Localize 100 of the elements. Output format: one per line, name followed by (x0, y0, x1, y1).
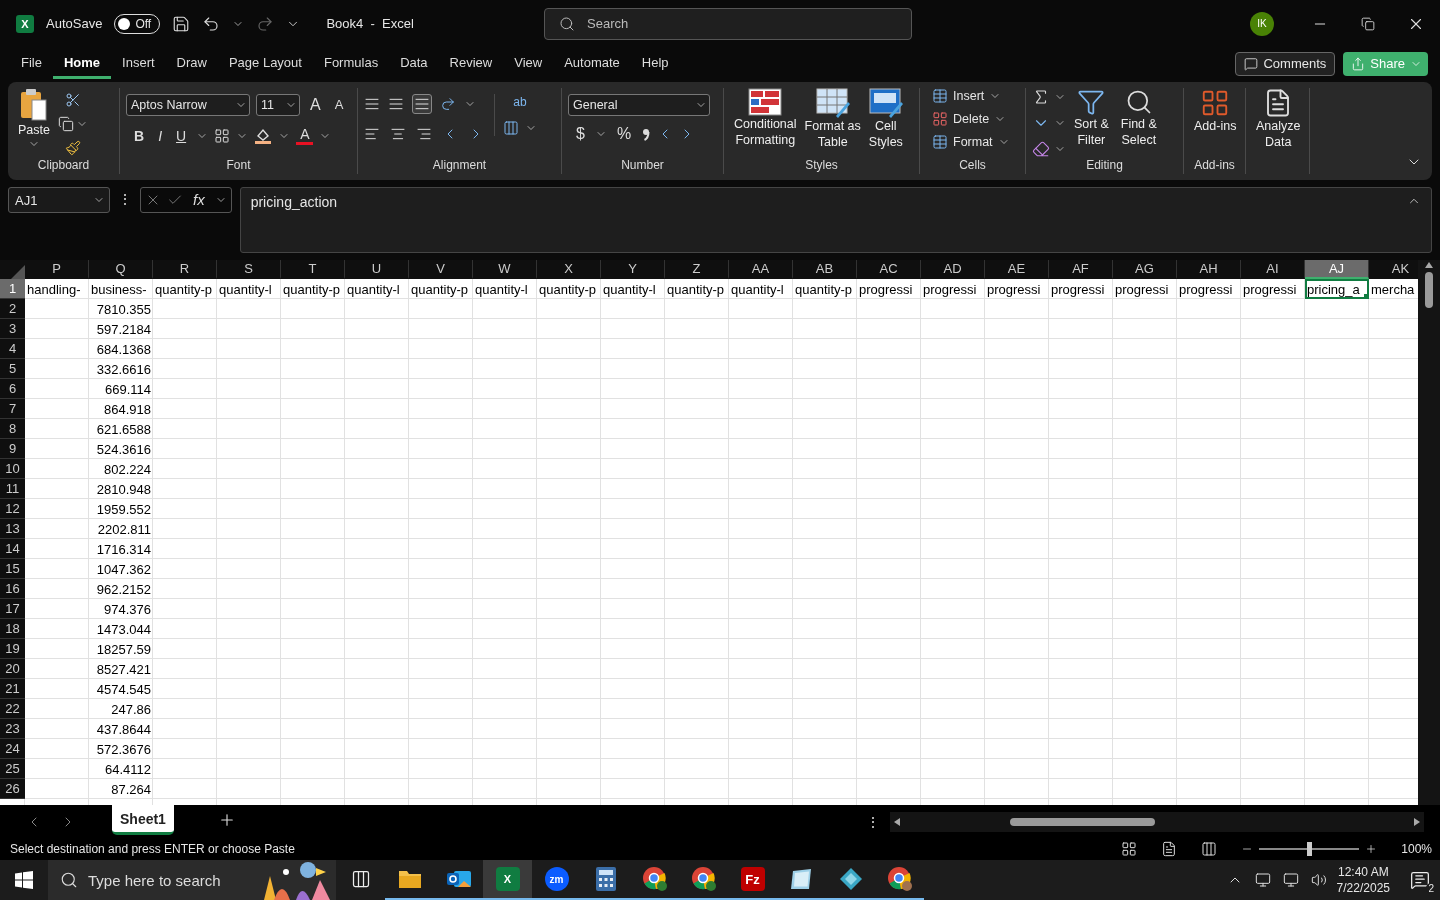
insert-function-button[interactable]: fx (189, 192, 209, 208)
browser-icon[interactable] (690, 866, 717, 892)
row-header[interactable]: 18 (0, 619, 25, 639)
video-app-icon[interactable]: zm (544, 867, 569, 891)
conditional-format-icon[interactable] (748, 88, 783, 116)
merge-center-icon[interactable] (503, 120, 519, 136)
comma-style-icon[interactable] (641, 126, 652, 142)
align-left-icon[interactable] (364, 126, 380, 142)
display-icon[interactable] (1282, 872, 1299, 888)
save-icon[interactable] (172, 14, 191, 33)
ribbon-tab[interactable]: Page Layout (217, 48, 313, 79)
clear-icon[interactable] (1032, 140, 1050, 158)
column-header[interactable]: Q (89, 260, 153, 279)
spreadsheet-app-icon[interactable]: X (495, 867, 520, 891)
row-header[interactable]: 19 (0, 639, 25, 659)
folder-icon[interactable] (397, 868, 422, 890)
column-header[interactable]: AC (857, 260, 921, 279)
ribbon-tab[interactable]: File (10, 48, 53, 79)
page-layout-icon[interactable] (1161, 841, 1178, 857)
column-header[interactable]: AE (985, 260, 1049, 279)
column-header[interactable]: AK (1369, 260, 1418, 279)
more-icon[interactable]: ⋮ (118, 187, 132, 207)
scroll-thumb[interactable] (1425, 272, 1433, 308)
more-icon[interactable]: ⋮ (865, 813, 880, 830)
row-header[interactable]: 23 (0, 719, 25, 739)
column-header[interactable]: AA (729, 260, 793, 279)
delete-cells-icon[interactable] (932, 111, 948, 127)
row-header[interactable]: 12 (0, 499, 25, 519)
clock-time[interactable]: 12:40 AM (1337, 864, 1389, 880)
row-header[interactable]: 9 (0, 439, 25, 459)
font-name-field[interactable]: Aptos Narrow (126, 94, 250, 116)
row-header[interactable]: 11 (0, 479, 25, 499)
browser-icon[interactable] (641, 866, 668, 892)
vertical-scrollbar[interactable] (1418, 260, 1440, 805)
volume-icon[interactable] (1310, 872, 1327, 888)
row-header[interactable]: 25 (0, 759, 25, 779)
align-center-icon[interactable] (390, 126, 406, 142)
row-header[interactable]: 4 (0, 339, 25, 359)
wrap-text-button[interactable]: ab (509, 94, 531, 110)
clock-date[interactable]: 7/22/2025 (1336, 880, 1390, 896)
analyze-data-button[interactable]: Analyze Data (1252, 88, 1305, 150)
column-header[interactable]: AB (793, 260, 857, 279)
taskbar-app[interactable]: Fz (728, 860, 777, 900)
row-header[interactable]: 6 (0, 379, 25, 399)
row-header[interactable]: 26 (0, 779, 25, 799)
row-header[interactable]: 1 (0, 279, 25, 299)
column-header[interactable]: X (537, 260, 601, 279)
add-ins-button[interactable]: Add-ins (1190, 88, 1241, 134)
editing-button[interactable]: Sort & Filter (1070, 88, 1113, 148)
zoom-in-icon[interactable] (1365, 843, 1378, 855)
diamond-app-icon[interactable] (838, 867, 863, 891)
scroll-left-icon[interactable] (893, 817, 900, 826)
cells-button[interactable]: Delete (932, 111, 1007, 127)
row-header[interactable]: 10 (0, 459, 25, 479)
bottom-align-button[interactable] (412, 94, 432, 114)
bold-button[interactable]: B (130, 127, 149, 144)
normal-view-icon[interactable] (1121, 841, 1138, 857)
column-header[interactable]: AG (1113, 260, 1177, 279)
grow-font-button[interactable]: A (306, 97, 325, 113)
middle-align-icon[interactable] (388, 96, 404, 112)
format-painter-icon[interactable] (64, 140, 81, 156)
ribbon-tab[interactable]: View (503, 48, 554, 79)
column-header[interactable]: U (345, 260, 409, 279)
comments-button[interactable]: Comments (1235, 51, 1336, 76)
fill-handle[interactable] (1364, 294, 1369, 299)
font-color-button[interactable]: A (296, 126, 314, 145)
cut-icon[interactable] (64, 92, 81, 108)
calculator-icon[interactable] (595, 867, 616, 891)
row-header[interactable]: 17 (0, 599, 25, 619)
column-header[interactable]: AI (1241, 260, 1305, 279)
taskbar-app[interactable]: X (483, 860, 532, 900)
column-header[interactable]: AF (1049, 260, 1113, 279)
paste-button[interactable]: Paste (14, 88, 54, 150)
user-avatar[interactable]: IK (1250, 11, 1274, 36)
ribbon-tab[interactable]: Data (389, 48, 439, 79)
column-header[interactable]: AH (1177, 260, 1241, 279)
row-header[interactable]: 15 (0, 559, 25, 579)
restore-icon[interactable] (1361, 16, 1375, 31)
column-header[interactable]: Y (601, 260, 665, 279)
column-header[interactable]: W (473, 260, 537, 279)
scroll-thumb[interactable] (1009, 817, 1155, 826)
ribbon-tab[interactable]: Automate (553, 48, 631, 79)
percent-button[interactable]: % (612, 126, 636, 142)
transfer-app-icon[interactable]: Fz (740, 867, 765, 891)
ribbon-tab[interactable]: Draw (165, 48, 218, 79)
column-header[interactable]: S (217, 260, 281, 279)
row-header[interactable]: 14 (0, 539, 25, 559)
search-field[interactable]: Search (544, 7, 912, 40)
column-header[interactable]: V (409, 260, 473, 279)
top-align-icon[interactable] (364, 96, 380, 112)
scroll-right-icon[interactable] (1413, 817, 1420, 826)
ribbon-tab[interactable]: Home (52, 48, 112, 79)
underline-button[interactable]: U (172, 127, 191, 144)
column-header[interactable]: Z (665, 260, 729, 279)
browser-profile-icon[interactable] (886, 866, 913, 892)
formula-field[interactable]: pricing_action (239, 187, 1432, 253)
notification-icon[interactable] (1410, 870, 1430, 890)
row-header[interactable]: 21 (0, 679, 25, 699)
ribbon-tab[interactable]: Formulas (312, 48, 390, 79)
column-header[interactable]: P (25, 260, 89, 279)
